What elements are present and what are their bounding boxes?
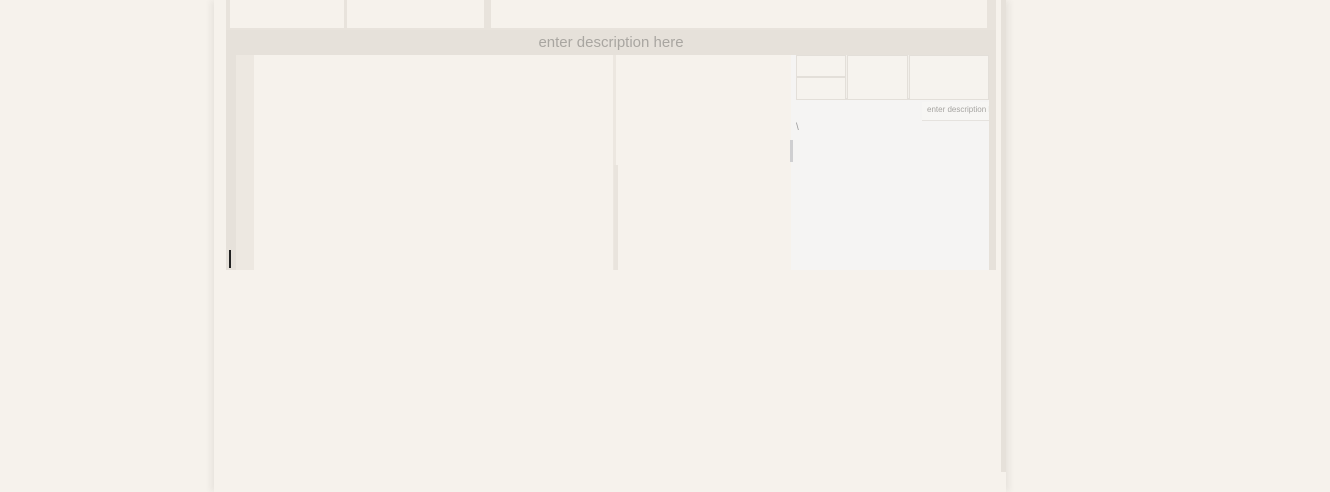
left-rail xyxy=(226,55,236,270)
pane-divider[interactable] xyxy=(614,165,618,270)
preview-description-input: enter description here xyxy=(922,102,989,121)
top-panel-cell[interactable] xyxy=(230,0,344,28)
outer-scrollbar-track[interactable] xyxy=(1001,0,1006,472)
preview-grid-cell xyxy=(909,55,989,100)
resize-handle[interactable] xyxy=(790,140,793,162)
top-panel-cell[interactable] xyxy=(491,0,987,28)
preview-glyph: \ xyxy=(796,122,799,133)
right-rail xyxy=(989,55,996,270)
description-input[interactable]: enter description here xyxy=(226,30,996,55)
top-panel-cell[interactable] xyxy=(347,0,484,28)
preview-grid-cell xyxy=(796,55,846,77)
editor-pane[interactable] xyxy=(254,55,616,270)
preview-grid-cell xyxy=(847,55,908,100)
middle-pane[interactable] xyxy=(619,55,789,270)
empty-canvas-area xyxy=(214,270,1001,492)
text-cursor xyxy=(229,250,231,268)
preview-grid-cell xyxy=(796,77,846,100)
left-rail-inner xyxy=(236,55,254,270)
preview-grid xyxy=(796,55,989,100)
